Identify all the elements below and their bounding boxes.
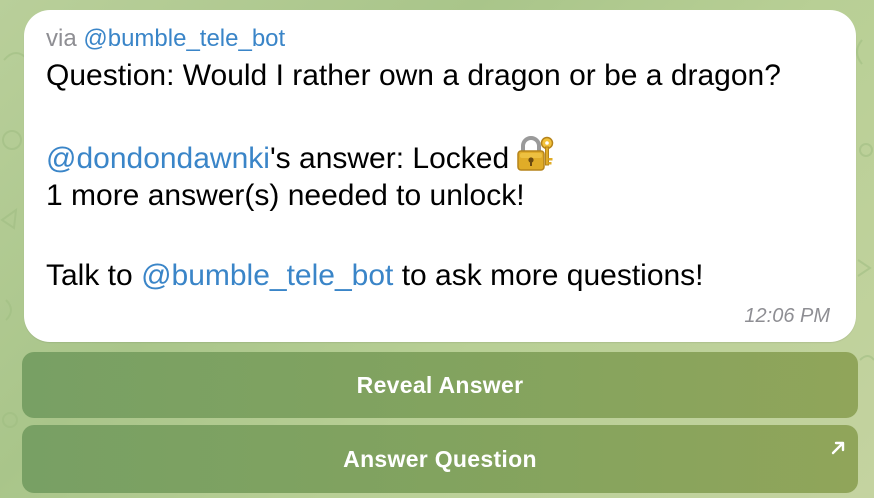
via-prefix: via: [46, 25, 77, 52]
via-bot-link[interactable]: @bumble_tele_bot: [83, 25, 285, 52]
talk-bot-link[interactable]: @bumble_tele_bot: [141, 259, 393, 292]
unlock-line: 1 more answer(s) needed to unlock!: [46, 179, 525, 212]
talk-line: Talk to @bumble_tele_bot to ask more que…: [46, 256, 834, 296]
reveal-answer-button[interactable]: Reveal Answer: [22, 352, 858, 418]
talk-suffix: to ask more questions!: [401, 259, 704, 292]
answer-suffix: 's answer: Locked: [269, 142, 510, 175]
message-timestamp: 12:06 PM: [744, 305, 830, 327]
reveal-answer-label: Reveal Answer: [356, 371, 524, 398]
answer-question-button[interactable]: Answer Question: [22, 425, 858, 493]
external-arrow-icon: [830, 435, 846, 462]
answer-user-link[interactable]: @dondondawnki: [46, 142, 270, 175]
answer-line: @dondondawnki's answer: Locked: [46, 136, 834, 176]
message-text: Question: Would I rather own a dragon or…: [46, 56, 834, 296]
talk-prefix: Talk to: [46, 259, 133, 292]
question-line: Question: Would I rather own a dragon or…: [46, 59, 781, 92]
answer-question-label: Answer Question: [343, 445, 537, 472]
message-bubble: via @bumble_tele_bot Question: Would I r…: [24, 10, 856, 342]
via-line: via @bumble_tele_bot: [46, 24, 834, 54]
